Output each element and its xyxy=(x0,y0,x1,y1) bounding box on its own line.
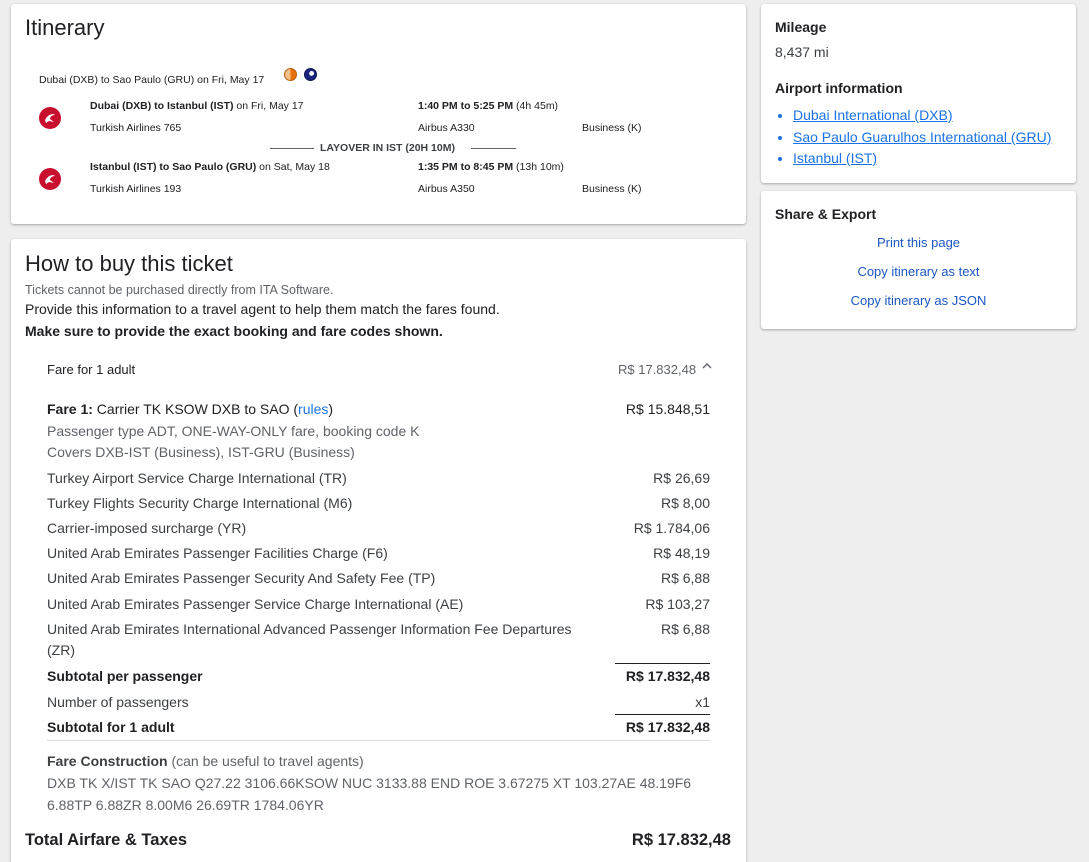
tax-row-label: United Arab Emirates Passenger Service C… xyxy=(47,596,464,612)
fare-header-value[interactable]: R$ 17.832,48 xyxy=(618,362,696,377)
tax-row-value: R$ 8,00 xyxy=(660,495,710,511)
tax-row-label: Turkey Flights Security Charge Internati… xyxy=(47,495,353,511)
tax-row-label: United Arab Emirates Passenger Facilitie… xyxy=(47,545,388,561)
airport-item: Sao Paulo Guarulhos International (GRU) xyxy=(793,127,1051,149)
leg-2-route: Istanbul (IST) to Sao Paulo (GRU) on Sat… xyxy=(90,161,330,173)
number-of-passengers-value: x1 xyxy=(695,694,710,710)
mileage-title: Mileage xyxy=(775,19,827,35)
copy-itinerary-text-link[interactable]: Copy itinerary as text xyxy=(761,264,1076,279)
tax-row-label: United Arab Emirates International Advan… xyxy=(47,621,572,637)
fare-1-detail-1: Passenger type ADT, ONE-WAY-ONLY fare, b… xyxy=(47,423,420,439)
mileage-value: 8,437 mi xyxy=(775,44,829,60)
turkish-airlines-logo-icon xyxy=(39,168,61,190)
fare-construction-heading: Fare Construction (can be useful to trav… xyxy=(47,753,364,769)
leg-1-time: 1:40 PM to 5:25 PM (4h 45m) xyxy=(418,100,559,112)
instruction-line-2: Make sure to provide the exact booking a… xyxy=(25,323,443,339)
fare-divider xyxy=(47,740,710,741)
subtotal-adult-label: Subtotal for 1 adult xyxy=(47,719,175,735)
total-label: Total Airfare & Taxes xyxy=(25,831,187,849)
leg-2-aircraft: Airbus A350 xyxy=(418,183,475,195)
mileage-card: Mileage 8,437 mi Airport information Dub… xyxy=(761,4,1076,183)
number-of-passengers-label: Number of passengers xyxy=(47,694,189,710)
subtotal-per-passenger-label: Subtotal per passenger xyxy=(47,668,203,684)
share-export-card: Share & Export Print this page Copy itin… xyxy=(761,191,1076,329)
leg-2-cabin: Business (K) xyxy=(582,183,642,195)
fare-construction-line-1: DXB TK X/IST TK SAO Q27.22 3106.66KSOW N… xyxy=(47,775,692,791)
leg-2-flight: Turkish Airlines 193 xyxy=(90,183,182,195)
leg-1-aircraft: Airbus A330 xyxy=(418,122,475,134)
leg-2-time: 1:35 PM to 8:45 PM (13h 10m) xyxy=(418,161,564,173)
print-page-link[interactable]: Print this page xyxy=(761,235,1076,250)
tax-row-value: R$ 1.784,06 xyxy=(633,520,710,536)
fare-construction-line-2: 6.88TP 6.88ZR 8.00M6 26.69TR 1784.06YR xyxy=(47,797,324,813)
leg-2-color-icon xyxy=(304,68,317,81)
tax-row-value: R$ 103,27 xyxy=(645,596,710,612)
how-to-buy-card: How to buy this ticket Tickets cannot be… xyxy=(11,239,746,862)
tax-row-label-cont: (ZR) xyxy=(47,642,75,658)
leg-1-flight: Turkish Airlines 765 xyxy=(90,122,182,134)
fare-header-label[interactable]: Fare for 1 adult xyxy=(47,362,135,377)
subtotal-adult-rule xyxy=(615,714,710,715)
subtotal-per-passenger-value: R$ 17.832,48 xyxy=(625,668,710,684)
fare-1-line: Fare 1: Carrier TK KSOW DXB to SAO (rule… xyxy=(47,401,334,417)
airport-list: Dubai International (DXB) Sao Paulo Guar… xyxy=(793,105,1051,170)
airport-link-dxb[interactable]: Dubai International (DXB) xyxy=(793,107,953,123)
instruction-line-1: Provide this information to a travel age… xyxy=(25,301,500,317)
tax-row-value: R$ 6,88 xyxy=(660,570,710,586)
subtotal-rule xyxy=(615,663,710,664)
itinerary-title: Itinerary xyxy=(25,15,105,40)
tax-row-label: Carrier-imposed surcharge (YR) xyxy=(47,520,247,536)
tax-row-value: R$ 6,88 xyxy=(660,621,710,637)
share-export-title: Share & Export xyxy=(775,206,877,222)
tax-row-label: United Arab Emirates Passenger Security … xyxy=(47,570,436,586)
subtotal-adult-value: R$ 17.832,48 xyxy=(625,719,710,735)
airport-info-title: Airport information xyxy=(775,80,903,96)
fare-1-value: R$ 15.848,51 xyxy=(625,401,710,417)
total-value: R$ 17.832,48 xyxy=(631,831,731,849)
itinerary-card: Itinerary Dubai (DXB) to Sao Paulo (GRU)… xyxy=(11,4,746,224)
leg-1-color-icon xyxy=(284,68,297,81)
leg-1-route: Dubai (DXB) to Istanbul (IST) on Fri, Ma… xyxy=(90,100,304,112)
turkish-airlines-logo-icon xyxy=(39,107,61,129)
airport-link-gru[interactable]: Sao Paulo Guarulhos International (GRU) xyxy=(793,129,1051,145)
fare-rules-link[interactable]: rules xyxy=(298,401,328,417)
airport-item: Dubai International (DXB) xyxy=(793,105,1051,127)
purchase-note: Tickets cannot be purchased directly fro… xyxy=(25,283,334,297)
tax-row-value: R$ 48,19 xyxy=(653,545,710,561)
fare-1-detail-2: Covers DXB-IST (Business), IST-GRU (Busi… xyxy=(47,444,355,460)
layover-line-left xyxy=(270,148,314,149)
leg-1-cabin: Business (K) xyxy=(582,122,642,134)
airport-link-ist[interactable]: Istanbul (IST) xyxy=(793,150,877,166)
how-to-buy-title: How to buy this ticket xyxy=(25,251,233,276)
tax-row-value: R$ 26,69 xyxy=(653,470,710,486)
layover-label: LAYOVER IN IST (20H 10M) xyxy=(320,142,455,154)
route-summary: Dubai (DXB) to Sao Paulo (GRU) on Fri, M… xyxy=(39,74,265,86)
chevron-up-icon[interactable] xyxy=(701,359,713,375)
tax-row-label: Turkey Airport Service Charge Internatio… xyxy=(47,470,347,486)
layover-line-right xyxy=(471,148,516,149)
copy-itinerary-json-link[interactable]: Copy itinerary as JSON xyxy=(761,293,1076,308)
airport-item: Istanbul (IST) xyxy=(793,148,1051,170)
